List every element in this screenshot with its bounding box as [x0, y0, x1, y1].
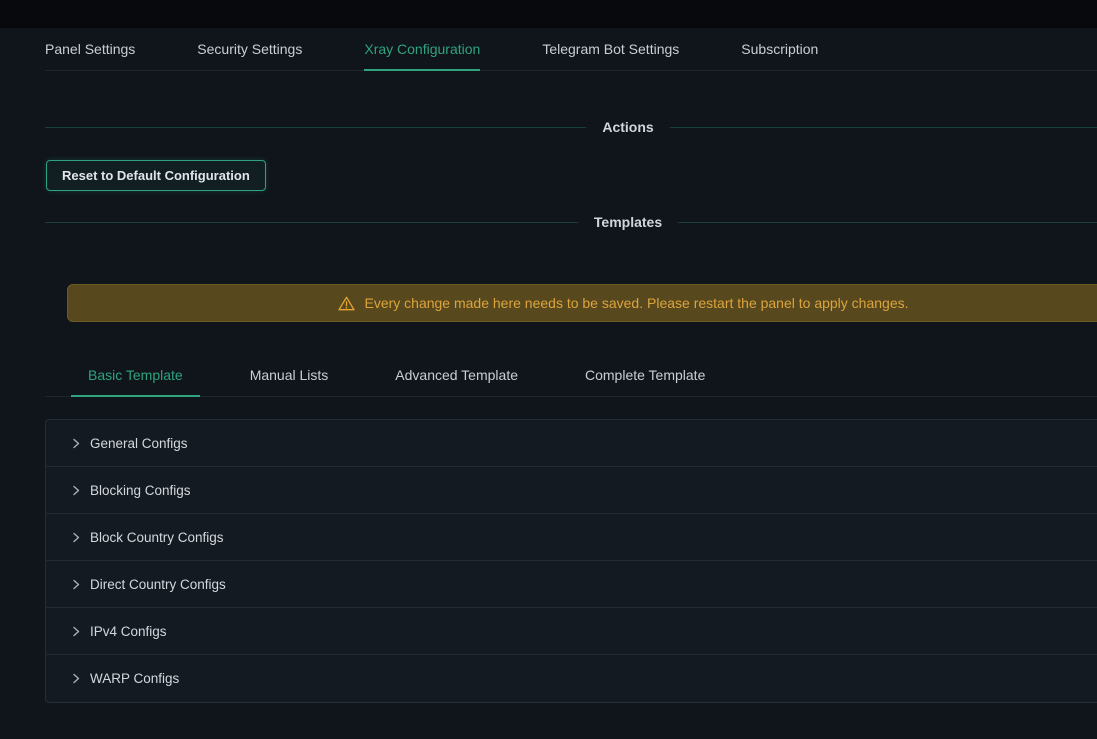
tab-xray-configuration[interactable]: Xray Configuration [364, 28, 480, 70]
actions-divider: Actions [45, 117, 1097, 137]
tab-panel-settings[interactable]: Panel Settings [45, 28, 135, 70]
template-tab-bar: Basic Template Manual Lists Advanced Tem… [45, 354, 1097, 397]
divider-line [45, 127, 586, 128]
accordion-label: Blocking Configs [90, 483, 191, 498]
tab-subscription[interactable]: Subscription [741, 28, 818, 70]
divider-line [45, 222, 578, 223]
reset-default-config-button[interactable]: Reset to Default Configuration [46, 160, 266, 191]
divider-line [670, 127, 1097, 128]
config-accordion: General Configs Blocking Configs Block C… [45, 419, 1097, 703]
chevron-right-icon [71, 532, 81, 543]
top-window-strip [0, 0, 1097, 28]
warning-icon [338, 296, 355, 311]
warning-text: Every change made here needs to be saved… [364, 295, 908, 311]
accordion-label: WARP Configs [90, 671, 179, 686]
accordion-header-general-configs[interactable]: General Configs [46, 420, 1097, 467]
accordion-header-ipv4-configs[interactable]: IPv4 Configs [46, 608, 1097, 655]
tab-telegram-bot-settings[interactable]: Telegram Bot Settings [542, 28, 679, 70]
chevron-right-icon [71, 579, 81, 590]
accordion-label: IPv4 Configs [90, 624, 167, 639]
accordion-label: Direct Country Configs [90, 577, 226, 592]
tab-manual-lists[interactable]: Manual Lists [233, 354, 346, 396]
chevron-right-icon [71, 485, 81, 496]
tab-basic-template[interactable]: Basic Template [71, 354, 200, 396]
accordion-header-direct-country-configs[interactable]: Direct Country Configs [46, 561, 1097, 608]
settings-tab-bar: Panel Settings Security Settings Xray Co… [45, 28, 1097, 71]
accordion-label: General Configs [90, 436, 188, 451]
accordion-label: Block Country Configs [90, 530, 224, 545]
accordion-header-blocking-configs[interactable]: Blocking Configs [46, 467, 1097, 514]
accordion-header-warp-configs[interactable]: WARP Configs [46, 655, 1097, 702]
divider-line [678, 222, 1097, 223]
templates-divider-label: Templates [578, 214, 678, 230]
xray-configuration-page: Panel Settings Security Settings Xray Co… [0, 0, 1097, 739]
chevron-right-icon [71, 673, 81, 684]
tab-advanced-template[interactable]: Advanced Template [378, 354, 535, 396]
restart-warning-alert: Every change made here needs to be saved… [67, 284, 1097, 322]
tab-complete-template[interactable]: Complete Template [568, 354, 722, 396]
tab-security-settings[interactable]: Security Settings [197, 28, 302, 70]
actions-divider-label: Actions [586, 119, 669, 135]
accordion-header-block-country-configs[interactable]: Block Country Configs [46, 514, 1097, 561]
chevron-right-icon [71, 438, 81, 449]
templates-divider: Templates [45, 212, 1097, 232]
chevron-right-icon [71, 626, 81, 637]
